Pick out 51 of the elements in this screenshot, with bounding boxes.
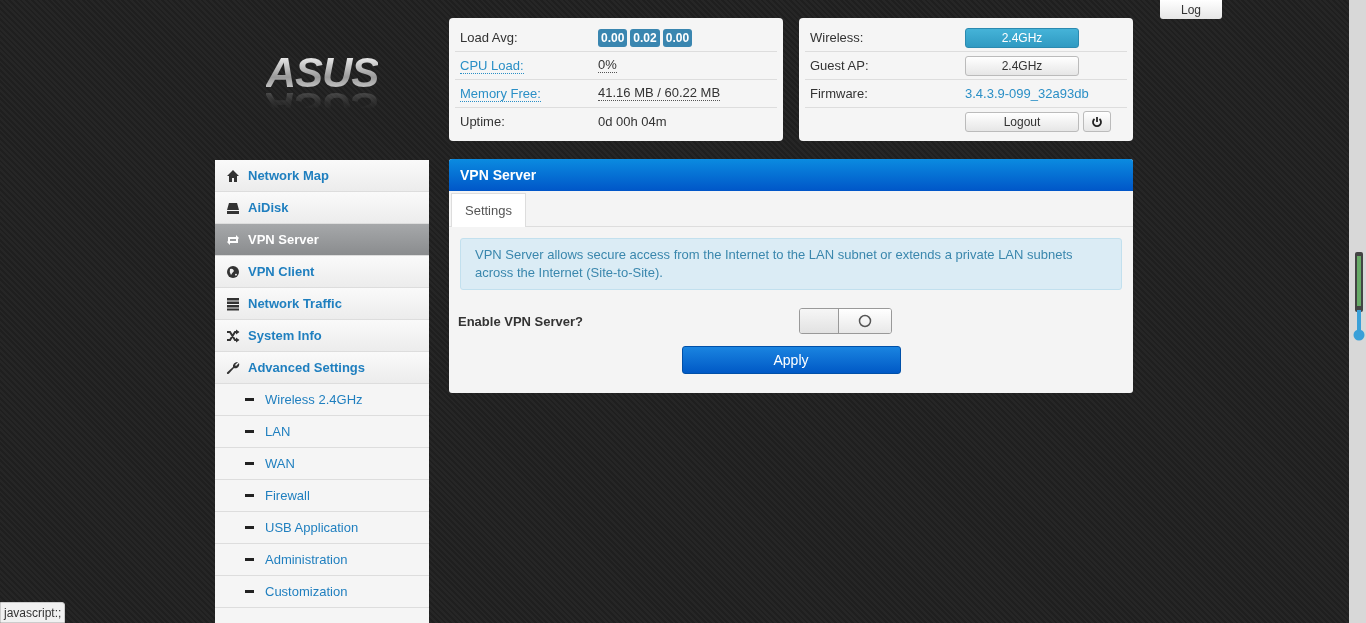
band-button[interactable]: 2.4GHz [965, 27, 1079, 48]
sidebar-item[interactable]: System Info [215, 320, 429, 352]
stat-label: Uptime: [460, 114, 505, 129]
load-badge: 0.02 [630, 28, 660, 47]
sidebar-item[interactable]: VPN Client [215, 256, 429, 288]
panel-title: VPN Server [449, 159, 1133, 191]
load-badge: 0.00 [662, 28, 693, 47]
dash-icon [245, 430, 254, 433]
dash-icon [245, 462, 254, 465]
stat-value: 0% [598, 58, 617, 73]
sidebar-item[interactable]: Network Traffic [215, 288, 429, 320]
thermometer-icon [1353, 252, 1365, 342]
dash-icon [245, 494, 254, 497]
menu-icon [226, 264, 240, 279]
sidebar-item[interactable]: VPN Server [215, 224, 429, 256]
status-tooltip: javascript:; [0, 602, 66, 623]
menu-icon [226, 328, 240, 343]
power-icon [1091, 115, 1103, 128]
device-label: Guest AP: [810, 58, 869, 73]
sidebar-item[interactable]: Advanced Settings [215, 352, 429, 384]
dash-icon [245, 398, 254, 401]
device-label: Firmware: [810, 86, 868, 101]
sidebar-item[interactable]: Network Map [215, 160, 429, 192]
toggle-switch[interactable] [799, 308, 892, 334]
dash-icon [245, 526, 254, 529]
scrollbar[interactable] [1349, 0, 1366, 623]
load-badge: 0.00 [598, 28, 628, 47]
band-button[interactable]: 2.4GHz [965, 55, 1079, 76]
menu-icon [226, 360, 240, 375]
stat-link[interactable]: Memory Free: [460, 86, 541, 102]
settings-tab[interactable]: Settings [451, 193, 526, 227]
firmware-link[interactable]: 3.4.3.9-099_32a93db [965, 86, 1089, 101]
apply-button[interactable]: Apply [681, 346, 901, 374]
dash-icon [245, 558, 254, 561]
circle-icon [858, 314, 872, 328]
stat-value: 0d 00h 04m [598, 114, 667, 129]
power-button[interactable] [1083, 111, 1111, 132]
info-text: VPN Server allows secure access from the Internet to the LAN subnet or extends a private LAN subnets across the Internet (Site-to-Site). [460, 238, 1122, 290]
setting-label: Enable VPN Server? [458, 313, 584, 329]
logout-button[interactable]: Logout [965, 111, 1079, 132]
sidebar-item[interactable]: AiDisk [215, 192, 429, 224]
menu-icon [226, 168, 240, 183]
menu-icon [226, 296, 240, 311]
dash-icon [245, 590, 254, 593]
stat-link[interactable]: CPU Load: [460, 58, 524, 74]
menu-icon [226, 232, 240, 247]
device-label: Wireless: [810, 30, 864, 45]
menu-icon [226, 200, 240, 215]
log-button[interactable]: Log [1160, 0, 1222, 19]
stat-label: Load Avg: [460, 30, 518, 45]
stat-value: 41.16 MB / 60.22 MB [598, 86, 721, 101]
